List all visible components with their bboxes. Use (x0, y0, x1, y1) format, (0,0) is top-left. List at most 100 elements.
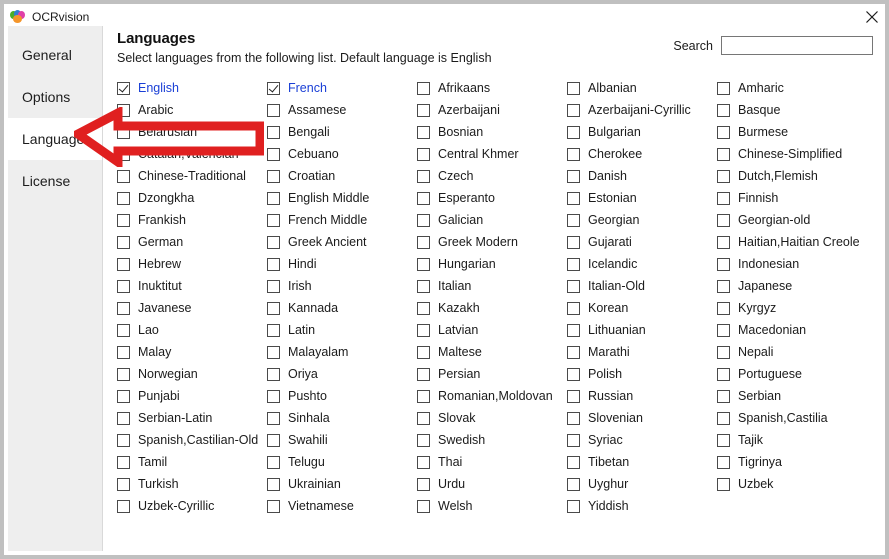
checkbox-icon[interactable] (117, 213, 130, 227)
language-option[interactable]: Turkish (117, 473, 267, 495)
language-option[interactable]: Inuktitut (117, 275, 267, 297)
checkbox-icon[interactable] (567, 433, 580, 447)
checkbox-icon[interactable] (267, 279, 280, 293)
language-option[interactable]: Azerbaijani (417, 99, 567, 121)
language-option[interactable]: Macedonian (717, 319, 867, 341)
language-option[interactable]: Indonesian (717, 253, 867, 275)
checkbox-checked-icon[interactable] (267, 81, 280, 95)
checkbox-icon[interactable] (717, 433, 730, 447)
checkbox-icon[interactable] (117, 499, 130, 513)
language-option[interactable]: Romanian,Moldovan (417, 385, 567, 407)
checkbox-icon[interactable] (717, 213, 730, 227)
language-option[interactable]: Tajik (717, 429, 867, 451)
checkbox-icon[interactable] (417, 499, 430, 513)
checkbox-icon[interactable] (417, 367, 430, 381)
language-option[interactable]: Hebrew (117, 253, 267, 275)
language-option[interactable]: Dutch,Flemish (717, 165, 867, 187)
language-option[interactable]: Afrikaans (417, 77, 567, 99)
checkbox-icon[interactable] (267, 301, 280, 315)
checkbox-icon[interactable] (117, 235, 130, 249)
checkbox-icon[interactable] (717, 301, 730, 315)
checkbox-icon[interactable] (717, 147, 730, 161)
checkbox-icon[interactable] (567, 81, 580, 95)
language-option[interactable]: Marathi (567, 341, 717, 363)
language-option[interactable]: Greek Modern (417, 231, 567, 253)
checkbox-icon[interactable] (267, 477, 280, 491)
language-option[interactable]: Azerbaijani-Cyrillic (567, 99, 717, 121)
checkbox-icon[interactable] (117, 257, 130, 271)
checkbox-icon[interactable] (117, 477, 130, 491)
language-option[interactable]: Uzbek-Cyrillic (117, 495, 267, 517)
checkbox-checked-icon[interactable] (117, 81, 130, 95)
checkbox-icon[interactable] (567, 477, 580, 491)
checkbox-icon[interactable] (717, 477, 730, 491)
language-option[interactable]: Ukrainian (267, 473, 417, 495)
checkbox-icon[interactable] (417, 191, 430, 205)
language-option[interactable]: Georgian (567, 209, 717, 231)
language-option[interactable]: Belarusian (117, 121, 267, 143)
language-option[interactable]: Bulgarian (567, 121, 717, 143)
language-option[interactable]: Chinese-Traditional (117, 165, 267, 187)
language-option[interactable]: Croatian (267, 165, 417, 187)
checkbox-icon[interactable] (267, 323, 280, 337)
language-option[interactable]: Pushto (267, 385, 417, 407)
language-option[interactable]: Albanian (567, 77, 717, 99)
checkbox-icon[interactable] (417, 257, 430, 271)
language-option[interactable]: Icelandic (567, 253, 717, 275)
language-option[interactable]: Danish (567, 165, 717, 187)
checkbox-icon[interactable] (267, 455, 280, 469)
checkbox-icon[interactable] (117, 125, 130, 139)
language-option[interactable]: Spanish,Castilian-Old (117, 429, 267, 451)
language-option[interactable]: Greek Ancient (267, 231, 417, 253)
sidebar-item-options[interactable]: Options (8, 76, 102, 118)
language-option[interactable]: English Middle (267, 187, 417, 209)
sidebar-item-general[interactable]: General (8, 34, 102, 76)
language-option[interactable]: Tibetan (567, 451, 717, 473)
language-option[interactable]: Georgian-old (717, 209, 867, 231)
language-option[interactable]: Assamese (267, 99, 417, 121)
checkbox-icon[interactable] (567, 213, 580, 227)
checkbox-icon[interactable] (567, 455, 580, 469)
checkbox-icon[interactable] (417, 213, 430, 227)
language-option[interactable]: Hungarian (417, 253, 567, 275)
checkbox-icon[interactable] (567, 345, 580, 359)
language-option[interactable]: Tamil (117, 451, 267, 473)
language-option[interactable]: Czech (417, 165, 567, 187)
checkbox-icon[interactable] (717, 81, 730, 95)
checkbox-icon[interactable] (567, 323, 580, 337)
checkbox-icon[interactable] (567, 389, 580, 403)
language-option[interactable]: Chinese-Simplified (717, 143, 867, 165)
language-option[interactable]: Korean (567, 297, 717, 319)
checkbox-icon[interactable] (567, 235, 580, 249)
checkbox-icon[interactable] (417, 345, 430, 359)
checkbox-icon[interactable] (567, 147, 580, 161)
language-option[interactable]: Thai (417, 451, 567, 473)
language-option[interactable]: Portuguese (717, 363, 867, 385)
checkbox-icon[interactable] (117, 367, 130, 381)
language-option[interactable]: Welsh (417, 495, 567, 517)
checkbox-icon[interactable] (267, 235, 280, 249)
language-option[interactable]: Oriya (267, 363, 417, 385)
language-option[interactable]: Uzbek (717, 473, 867, 495)
checkbox-icon[interactable] (567, 125, 580, 139)
checkbox-icon[interactable] (117, 433, 130, 447)
language-option[interactable]: Yiddish (567, 495, 717, 517)
checkbox-icon[interactable] (417, 147, 430, 161)
language-option[interactable]: Hindi (267, 253, 417, 275)
checkbox-icon[interactable] (567, 169, 580, 183)
checkbox-icon[interactable] (417, 125, 430, 139)
language-option[interactable]: Slovenian (567, 407, 717, 429)
language-option[interactable]: Spanish,Castilia (717, 407, 867, 429)
checkbox-icon[interactable] (717, 235, 730, 249)
language-option[interactable]: Kannada (267, 297, 417, 319)
language-option[interactable]: Telugu (267, 451, 417, 473)
language-option[interactable]: Swahili (267, 429, 417, 451)
checkbox-icon[interactable] (717, 367, 730, 381)
language-option[interactable]: Norwegian (117, 363, 267, 385)
language-option[interactable]: Syriac (567, 429, 717, 451)
sidebar-item-license[interactable]: License (8, 160, 102, 202)
checkbox-icon[interactable] (567, 367, 580, 381)
language-option[interactable]: Kazakh (417, 297, 567, 319)
checkbox-icon[interactable] (117, 455, 130, 469)
language-option[interactable]: Cebuano (267, 143, 417, 165)
